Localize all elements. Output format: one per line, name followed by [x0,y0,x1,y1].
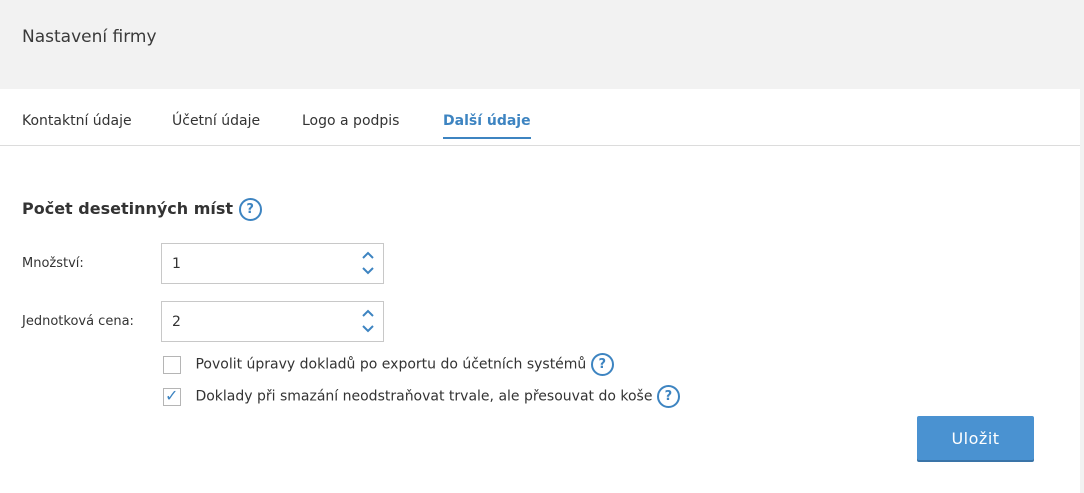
chevron-down-icon[interactable] [361,323,375,335]
chevron-up-icon[interactable] [361,308,375,320]
quantity-arrows [361,250,375,278]
help-icon[interactable]: ? [590,353,614,376]
tab-contact-details[interactable]: Kontaktní údaje [22,113,132,137]
quantity-label: Množství: [22,256,84,271]
allow-edit-after-export-label: Povolit úpravy dokladů po exportu do úče… [195,356,587,373]
tab-logo-signature[interactable]: Logo a podpis [302,113,399,137]
section-title-text: Počet desetinných míst [22,199,234,218]
page-title: Nastavení firmy [22,27,157,47]
move-to-trash-checkbox[interactable]: ✓ [163,385,181,406]
unit-price-stepper[interactable] [161,301,384,342]
move-to-trash-label: Doklady při smazání neodstraňovat trvale… [195,388,653,405]
section-title-decimal-places: Počet desetinných míst ? [22,198,262,221]
help-icon[interactable]: ? [238,198,262,221]
checkbox-row-allow-edit-after-export: Povolit úpravy dokladů po exportu do úče… [163,353,614,376]
unit-price-label: Jednotková cena: [22,314,134,329]
allow-edit-after-export-checkbox[interactable] [163,355,181,374]
save-button[interactable]: Uložit [917,416,1034,460]
unit-price-arrows [361,308,375,336]
checkbox-row-move-to-trash: ✓ Doklady při smazání neodstraňovat trva… [163,385,680,408]
quantity-stepper[interactable] [161,243,384,284]
quantity-input[interactable] [170,255,354,273]
chevron-up-icon[interactable] [361,250,375,262]
settings-panel: Kontaktní údaje Účetní údaje Logo a podp… [0,89,1080,493]
tab-accounting-details[interactable]: Účetní údaje [172,113,260,137]
chevron-down-icon[interactable] [361,265,375,277]
page-header: Nastavení firmy [0,0,1084,89]
checkmark-icon: ✓ [165,385,179,405]
unit-price-input[interactable] [170,313,354,331]
help-icon[interactable]: ? [656,385,680,408]
tab-other-details[interactable]: Další údaje [443,113,531,139]
tab-bar: Kontaktní údaje Účetní údaje Logo a podp… [0,89,1080,146]
